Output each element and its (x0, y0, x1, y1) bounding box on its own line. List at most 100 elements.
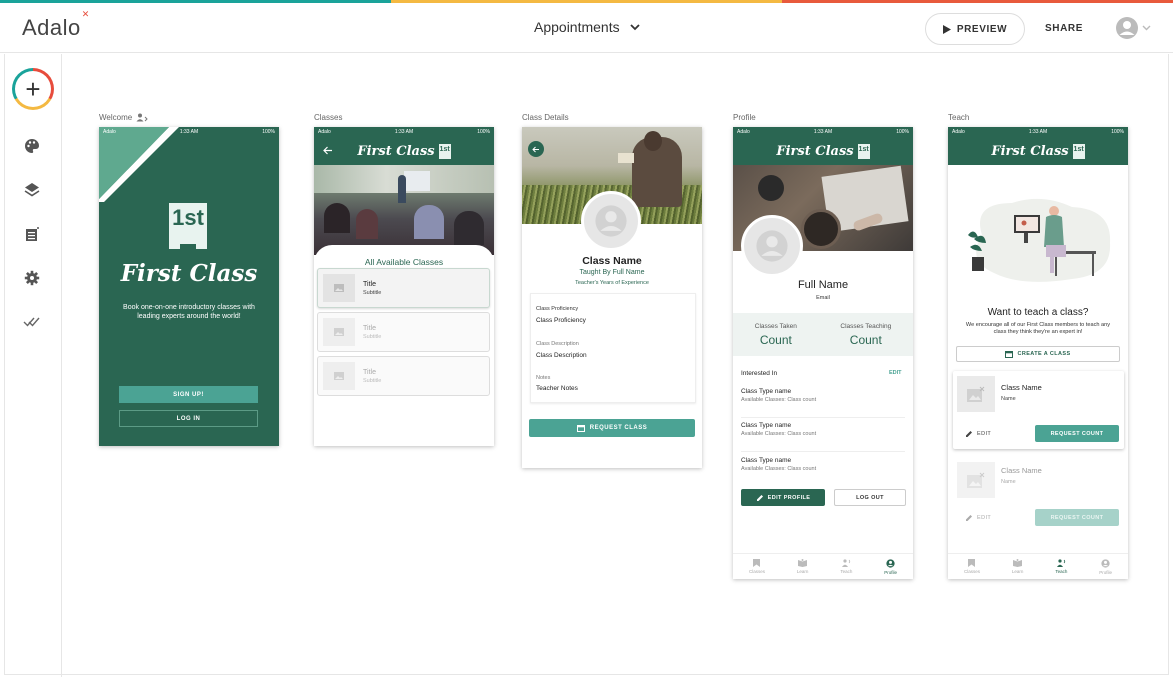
tab-teach[interactable]: Teach (840, 559, 852, 574)
add-component-button[interactable]: + (12, 68, 54, 110)
brand-title: First Class (357, 143, 435, 159)
pencil-icon (966, 431, 972, 437)
database-icon[interactable] (22, 224, 42, 244)
field-label: Class Description (536, 341, 579, 347)
list-item[interactable]: Class Type name Available Classes: Class… (741, 457, 905, 487)
screen-label-welcome[interactable]: Welcome (99, 113, 148, 122)
play-icon (942, 24, 951, 34)
user-placeholder-icon (756, 230, 788, 262)
brand-title: First Class (776, 143, 854, 159)
account-circle-icon (886, 558, 895, 568)
corner-ribbon (99, 127, 179, 202)
edit-class-button[interactable]: EDIT (965, 430, 991, 438)
palette-icon[interactable] (22, 136, 42, 156)
field-value: Class Proficiency (536, 317, 586, 324)
brand-badge: 1st (857, 143, 870, 159)
app-header: Adalo✕ Appointments PREVIEW SHARE (0, 3, 1173, 53)
pencil-icon (756, 494, 763, 501)
section-title: All Available Classes (364, 257, 444, 267)
calendar-icon (1005, 351, 1014, 358)
presenter-icon (841, 559, 850, 567)
screen-class-details[interactable]: Class Name Taught By Full Name Teacher's… (522, 127, 702, 468)
tab-classes[interactable]: Classes (964, 559, 980, 574)
user-avatar-icon (1116, 17, 1138, 39)
screen-label-teach[interactable]: Teach (948, 113, 969, 122)
login-button[interactable]: LOG IN (119, 410, 258, 427)
gear-icon[interactable] (22, 268, 42, 288)
layers-icon[interactable] (22, 180, 42, 200)
field-label: Class Proficiency (536, 306, 579, 312)
tab-profile[interactable]: Profile (884, 558, 897, 575)
publish-check-icon[interactable] (22, 312, 42, 332)
bottom-tab-bar: Classes Learn Teach Profile (733, 553, 913, 579)
teach-heading: Want to teach a class? (987, 307, 1089, 318)
signup-button[interactable]: SIGN UP! (119, 386, 258, 403)
tab-learn[interactable]: Learn (797, 559, 808, 574)
account-menu[interactable] (1115, 16, 1151, 40)
status-bar: Adalo 1:33 AM 100% (318, 129, 490, 135)
screen-label-class-details[interactable]: Class Details (522, 113, 569, 122)
image-placeholder-icon (957, 376, 995, 412)
chevron-down-icon (629, 23, 640, 30)
back-button[interactable] (528, 141, 544, 157)
screen-label-profile[interactable]: Profile (733, 113, 756, 122)
status-bar: Adalo 1:33 AM 100% (952, 129, 1124, 135)
field-value: Teacher Notes (536, 385, 578, 392)
list-item[interactable]: Title Subtitle (317, 268, 490, 308)
request-class-button[interactable]: REQUEST CLASS (529, 419, 695, 437)
tab-teach[interactable]: Teach (1055, 559, 1067, 574)
class-card[interactable]: Class Name Name EDIT REQUEST COUNT (953, 371, 1124, 449)
teacher-avatar (581, 191, 641, 251)
bookmark-icon (968, 559, 976, 567)
screen-teach[interactable]: Adalo 1:33 AM 100% First Class 1st Want … (948, 127, 1128, 579)
bottom-tab-bar: Classes Learn Teach Profile (948, 553, 1128, 579)
presenter-icon (1056, 559, 1065, 567)
screen-selector[interactable]: Appointments (534, 19, 640, 35)
screen-profile[interactable]: Adalo 1:33 AM 100% First Class 1st Full … (733, 127, 913, 579)
app-bar: First Class 1st (314, 137, 494, 165)
list-item[interactable]: Class Type name Available Classes: Class… (741, 422, 905, 452)
first-class-badge-logo: 1st (169, 203, 207, 254)
screen-label-classes[interactable]: Classes (314, 113, 342, 122)
user-placeholder-icon (595, 205, 627, 237)
profile-avatar (741, 215, 803, 277)
screen-classes[interactable]: Adalo 1:33 AM 100% First Class 1st All A… (314, 127, 494, 446)
create-class-button[interactable]: CREATE A CLASS (956, 346, 1120, 362)
teaching-illustration (968, 198, 1111, 282)
adalo-logo[interactable]: Adalo✕ (22, 9, 89, 41)
share-button[interactable]: SHARE (1045, 23, 1083, 34)
tab-classes[interactable]: Classes (749, 559, 765, 574)
app-bar: First Class 1st (733, 137, 913, 165)
email: Email (816, 295, 830, 301)
canvas-border-right (1168, 54, 1169, 674)
request-count-button[interactable]: REQUEST COUNT (1035, 425, 1119, 442)
tagline: Book one-on-one introductory classes wit… (123, 304, 255, 320)
edit-profile-button[interactable]: EDIT PROFILE (741, 489, 825, 506)
details-card: Class Proficiency Class Proficiency Clas… (530, 293, 696, 403)
status-bar: Adalo 1:33 AM 100% (737, 129, 909, 135)
bookmark-icon (753, 559, 761, 567)
image-placeholder-icon (323, 318, 355, 346)
edit-link[interactable]: EDIT (889, 370, 902, 376)
class-card[interactable]: Class Name Name EDIT REQUEST COUNT (953, 457, 1124, 535)
taught-by: Taught By Full Name (579, 269, 645, 276)
stat-classes-taken: Classes Taken Count (754, 322, 797, 347)
back-arrow-icon[interactable] (323, 146, 333, 155)
full-name: Full Name (797, 279, 849, 291)
stats-bar: Classes Taken Count Classes Teaching Cou… (733, 313, 913, 356)
tab-learn[interactable]: Learn (1012, 559, 1023, 574)
chevron-down-icon (1142, 25, 1151, 31)
brand-title: First Class (991, 143, 1069, 159)
list-item[interactable]: Title Subtitle (317, 356, 490, 396)
home-screen-user-icon (136, 113, 148, 122)
screen-welcome[interactable]: Adalo 1:33 AM 100% 1st First Class Book … (99, 127, 279, 446)
edit-class-button[interactable]: EDIT (965, 514, 991, 522)
request-count-button[interactable]: REQUEST COUNT (1035, 509, 1119, 526)
teacher-experience: Teacher's Years of Experience (575, 280, 649, 286)
canvas-border-bottom (4, 674, 1169, 675)
list-item[interactable]: Class Type name Available Classes: Class… (741, 388, 905, 418)
log-out-button[interactable]: LOG OUT (834, 489, 906, 506)
tab-profile[interactable]: Profile (1099, 558, 1112, 575)
preview-button[interactable]: PREVIEW (925, 13, 1025, 45)
list-item[interactable]: Title Subtitle (317, 312, 490, 352)
